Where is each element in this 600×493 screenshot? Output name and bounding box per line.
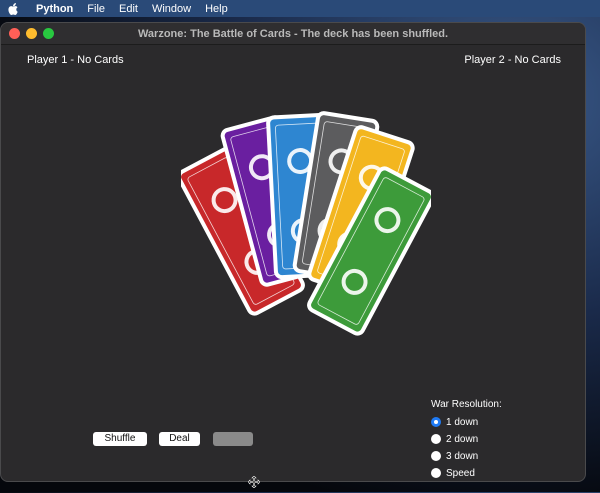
radio-button[interactable]: [431, 434, 441, 444]
zoom-button[interactable]: [43, 28, 54, 39]
move-cursor-icon: [247, 475, 261, 489]
menu-help[interactable]: Help: [205, 3, 228, 15]
card-fan-icon: [181, 91, 431, 341]
shuffle-button[interactable]: Shuffle: [93, 432, 147, 446]
radio-1-down[interactable]: 1 down: [431, 415, 478, 429]
radio-label: Speed: [446, 467, 475, 479]
minimize-button[interactable]: [26, 28, 37, 39]
war-resolution-label: War Resolution:: [431, 399, 502, 410]
apple-icon[interactable]: [8, 2, 22, 15]
window-title: Warzone: The Battle of Cards - The deck …: [137, 27, 449, 40]
player2-status: Player 2 - No Cards: [464, 54, 561, 66]
radio-speed[interactable]: Speed: [431, 466, 475, 480]
menu-app-name[interactable]: Python: [36, 3, 73, 15]
radio-label: 2 down: [446, 433, 479, 445]
window-controls: [9, 28, 54, 39]
radio-label: 3 down: [446, 450, 479, 462]
menu-edit[interactable]: Edit: [119, 3, 138, 15]
disabled-button[interactable]: [213, 432, 253, 446]
menu-window[interactable]: Window: [152, 3, 191, 15]
title-bar[interactable]: Warzone: The Battle of Cards - The deck …: [1, 23, 585, 45]
player1-status: Player 1 - No Cards: [27, 54, 124, 66]
radio-button[interactable]: [431, 468, 441, 478]
menu-bar: Python File Edit Window Help: [0, 0, 600, 17]
radio-2-down[interactable]: 2 down: [431, 432, 478, 446]
radio-label: 1 down: [446, 416, 479, 428]
deal-button[interactable]: Deal: [159, 432, 200, 446]
menu-file[interactable]: File: [87, 3, 105, 15]
radio-button[interactable]: [431, 451, 441, 461]
app-window: Warzone: The Battle of Cards - The deck …: [0, 22, 586, 482]
radio-3-down[interactable]: 3 down: [431, 449, 478, 463]
radio-button[interactable]: [431, 417, 441, 427]
close-button[interactable]: [9, 28, 20, 39]
